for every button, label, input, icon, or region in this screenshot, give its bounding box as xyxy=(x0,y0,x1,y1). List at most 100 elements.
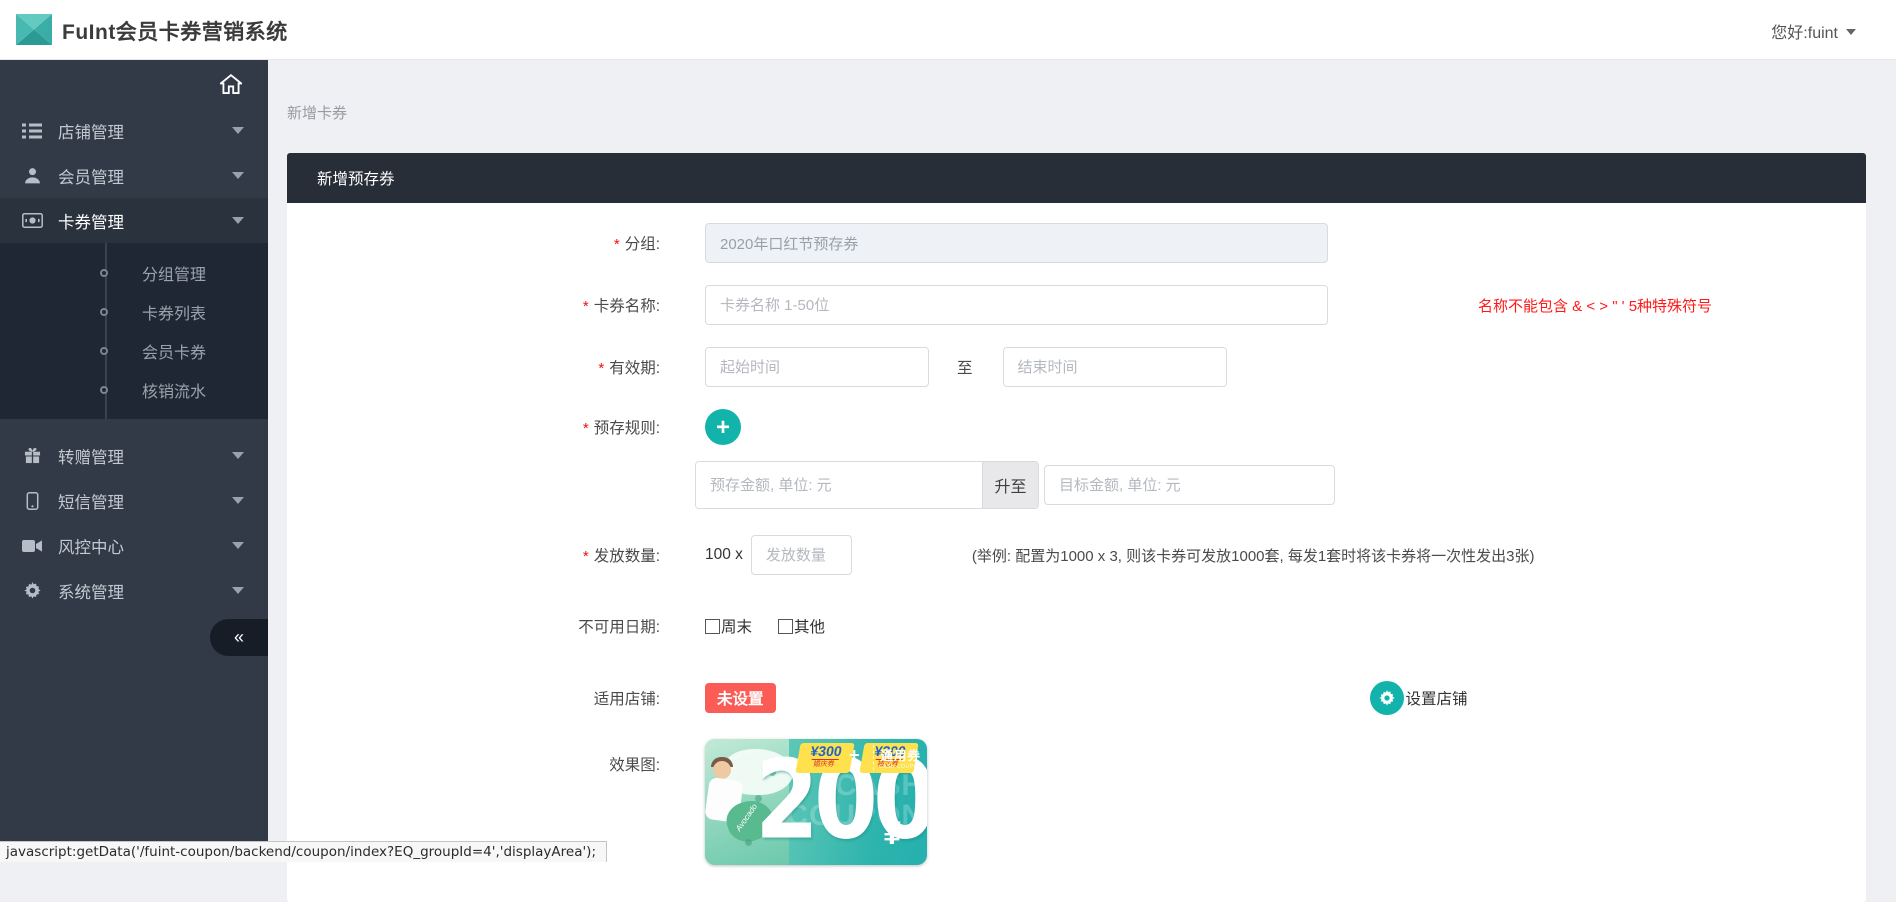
panel-title: 新增预存券 xyxy=(317,167,395,189)
name-label: 卡券名称: xyxy=(594,298,660,315)
home-icon[interactable] xyxy=(220,74,242,94)
upto-label: 升至 xyxy=(982,462,1038,508)
required-mark: * xyxy=(583,548,589,565)
set-stores-action[interactable]: 设置店铺 xyxy=(1370,681,1468,715)
collapse-chevrons-icon: « xyxy=(234,627,244,648)
sidebar-subitem-label: 会员卡券 xyxy=(142,339,206,363)
form-row-rule-add: *预存规则: + xyxy=(287,409,1866,445)
sidebar-item-label: 系统管理 xyxy=(58,579,124,603)
group-label: 分组: xyxy=(625,236,660,253)
quantity-input[interactable] xyxy=(751,535,852,575)
sidebar-item-label: 店铺管理 xyxy=(58,119,124,143)
sidebar-home-row xyxy=(0,60,268,108)
target-amount-input[interactable] xyxy=(1044,465,1335,505)
weekend-checkbox[interactable]: 周末 xyxy=(705,615,752,637)
user-menu[interactable]: 您好:fuint xyxy=(1771,19,1856,43)
quantity-label: 发放数量: xyxy=(594,548,660,565)
status-url-text: javascript:getData('/fuint-coupon/backen… xyxy=(6,844,596,860)
chevron-down-icon xyxy=(232,172,244,179)
browser-status-bar: javascript:getData('/fuint-coupon/backen… xyxy=(0,841,607,862)
gear-icon xyxy=(1379,690,1395,706)
app-logo-icon xyxy=(16,14,52,45)
coupon-badge-1: ¥300 婚庆券 xyxy=(795,743,854,773)
sidebar-item-member-mgmt[interactable]: 会员管理 xyxy=(0,153,268,198)
gear-icon xyxy=(20,582,44,599)
form-row-validity: *有效期: 至 xyxy=(287,347,1866,387)
plus-icon: + xyxy=(716,414,730,441)
breadcrumb: 新增卡券 xyxy=(287,102,347,123)
start-time-input[interactable] xyxy=(705,347,929,387)
bullet-icon xyxy=(100,308,108,316)
bullet-icon xyxy=(100,347,108,355)
other-checkbox[interactable]: 其他 xyxy=(778,615,825,637)
coupon-submenu: 分组管理 卡券列表 会员卡券 核销流水 xyxy=(0,243,268,419)
caret-down-icon xyxy=(1846,29,1856,35)
panel-header: 新增预存券 xyxy=(287,153,1866,203)
sidebar-item-risk-center[interactable]: 风控中心 xyxy=(0,523,268,568)
chevron-down-icon xyxy=(232,587,244,594)
form-row-disabled-dates: 不可用日期: 周末 其他 xyxy=(287,615,1866,637)
name-hint: 名称不能包含 & < > " ' 5种特殊符号 xyxy=(1478,295,1712,316)
form-row-group: * 分组: xyxy=(287,223,1866,263)
form-row-quantity: * 发放数量: 100 x (举例: 配置为1000 x 3, 则该卡券可发放10… xyxy=(287,535,1866,575)
required-mark: * xyxy=(598,360,604,377)
list-icon xyxy=(20,123,44,139)
gift-icon xyxy=(20,447,44,464)
quantity-note: (举例: 配置为1000 x 3, 则该卡券可发放1000套, 每发1套时将该卡… xyxy=(972,545,1535,566)
chevron-down-icon xyxy=(232,497,244,504)
coupon-type-label: 通用券 CASH COUPON xyxy=(873,745,922,770)
sidebar-item-label: 卡券管理 xyxy=(58,209,124,233)
form-row-rule-inputs: 升至 xyxy=(287,461,1866,509)
sidebar-item-store-mgmt[interactable]: 店铺管理 xyxy=(0,108,268,153)
sidebar-item-sms-mgmt[interactable]: 短信管理 xyxy=(0,478,268,523)
checkbox-icon xyxy=(778,619,793,634)
add-rule-button[interactable]: + xyxy=(705,409,741,445)
stores-label: 适用店铺: xyxy=(594,691,660,708)
dates-label: 不可用日期: xyxy=(578,619,660,636)
stores-status-badge: 未设置 xyxy=(705,683,776,713)
sidebar-collapse-button[interactable]: « xyxy=(210,619,268,656)
sidebar-item-label: 短信管理 xyxy=(58,489,124,513)
sidebar-subitem-redeem-flow[interactable]: 核销流水 xyxy=(0,370,268,409)
coupon-name-input[interactable] xyxy=(705,285,1328,325)
required-mark: * xyxy=(614,236,620,253)
user-icon xyxy=(20,167,44,184)
coupon-currency: ¥ xyxy=(883,815,901,852)
quantity-prefix: 100 x xyxy=(705,546,743,564)
sidebar-item-gift-mgmt[interactable]: 转赠管理 xyxy=(0,433,268,478)
deposit-amount-input[interactable] xyxy=(696,462,982,508)
rule-label: 预存规则: xyxy=(594,420,660,437)
video-camera-icon xyxy=(20,539,44,553)
app-title: FuInt会员卡券营销系统 xyxy=(62,16,288,46)
validity-label: 有效期: xyxy=(609,360,660,377)
sidebar-item-label: 会员管理 xyxy=(58,164,124,188)
sidebar-item-system-mgmt[interactable]: 系统管理 xyxy=(0,568,268,613)
coupon-preview-image: Avocado CASH COUPON 200 ¥ ¥300 xyxy=(705,739,927,865)
top-header: FuInt会员卡券营销系统 您好:fuint xyxy=(0,0,1896,60)
sidebar-item-label: 转赠管理 xyxy=(58,444,124,468)
money-bill-icon xyxy=(20,213,44,228)
sidebar-subitem-label: 卡券列表 xyxy=(142,300,206,324)
chevron-down-icon xyxy=(232,542,244,549)
sidebar-subitem-label: 分组管理 xyxy=(142,261,206,285)
set-stores-button[interactable] xyxy=(1370,681,1404,715)
sidebar-subitem-member-coupons[interactable]: 会员卡券 xyxy=(0,331,268,370)
required-mark: * xyxy=(583,298,589,315)
bullet-icon xyxy=(100,269,108,277)
bullet-icon xyxy=(100,386,108,394)
sidebar-item-label: 风控中心 xyxy=(58,534,124,558)
preview-label: 效果图: xyxy=(609,757,660,774)
sidebar-subitem-group-mgmt[interactable]: 分组管理 xyxy=(0,253,268,292)
deposit-input-group: 升至 xyxy=(695,461,1039,509)
other-checkbox-label: 其他 xyxy=(794,615,825,637)
sidebar-subitem-coupon-list[interactable]: 卡券列表 xyxy=(0,292,268,331)
sidebar-item-coupon-mgmt[interactable]: 卡券管理 xyxy=(0,198,268,243)
chevron-down-icon xyxy=(232,217,244,224)
end-time-input[interactable] xyxy=(1003,347,1227,387)
sidebar-subitem-label: 核销流水 xyxy=(142,378,206,402)
coupon-plus: + xyxy=(849,745,860,766)
main-content: 新增卡券 新增预存券 * 分组: * 卡券名称: 名称不能包含 & < > " ' … xyxy=(268,60,1896,862)
form-row-stores: 适用店铺: 未设置 设置店铺 xyxy=(287,681,1866,715)
user-greeting: 您好:fuint xyxy=(1771,19,1838,43)
group-input[interactable] xyxy=(705,223,1328,263)
